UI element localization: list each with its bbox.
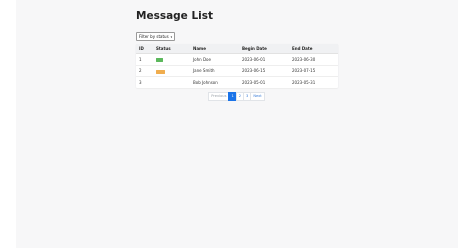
row-end-date: 2023-05-31 <box>292 79 316 85</box>
message-table: ID Status Name Begin Date End Date 1 ​ J… <box>136 44 338 88</box>
row-begin-date: 2023-05-01 <box>242 79 266 85</box>
row-end-date: 2023-06-30 <box>289 53 338 66</box>
row-status: ​ <box>153 53 190 66</box>
column-header-status[interactable]: Status <box>153 44 190 54</box>
status-filter-dropdown[interactable]: Filter by status ▾ <box>136 32 176 41</box>
message-table-card: ID Status Name Begin Date End Date 1 ​ J… <box>136 44 338 88</box>
column-header-name[interactable]: Name <box>190 44 239 54</box>
column-header-id[interactable]: ID <box>136 44 153 54</box>
table-row[interactable]: 2 ​ Jane Smith 2023-06-15 2023-07-15 <box>136 65 338 77</box>
row-begin-date: 2023-06-01 <box>239 53 289 66</box>
column-header-end-date[interactable]: End Date <box>289 44 338 54</box>
row-status <box>153 77 190 88</box>
chevron-down-icon: ▾ <box>170 34 173 39</box>
pagination-previous-button[interactable]: Previous <box>208 91 230 101</box>
pagination: Previous 1 2 3 Next <box>136 91 338 101</box>
status-filter-label: Filter by status <box>139 34 169 39</box>
pagination-next-button[interactable]: Next <box>250 91 265 101</box>
table-row[interactable]: 1 ​ John Doe 2023-06-01 2023-06-30 <box>136 53 338 66</box>
status-badge: ​ <box>156 69 165 74</box>
row-name: John Doe <box>190 53 239 66</box>
row-id: 3 <box>139 79 142 85</box>
main-content: Message List Filter by status ▾ ID Statu… <box>136 9 338 101</box>
row-id: 2 <box>136 65 153 77</box>
row-begin-date: 2023-06-15 <box>239 65 289 77</box>
table-row[interactable]: 3 Bob Johnson 2023-05-01 2023-05-31 <box>136 77 338 88</box>
row-name: Bob Johnson <box>193 79 218 85</box>
row-status: ​ <box>153 65 190 77</box>
row-id: 1 <box>136 53 153 66</box>
column-header-begin-date[interactable]: Begin Date <box>239 44 289 54</box>
status-badge: ​ <box>156 58 164 62</box>
page-title: Message List <box>136 10 214 22</box>
table-header-row: ID Status Name Begin Date End Date <box>136 44 338 54</box>
row-name: Jane Smith <box>190 65 239 77</box>
row-end-date: 2023-07-15 <box>289 65 338 77</box>
